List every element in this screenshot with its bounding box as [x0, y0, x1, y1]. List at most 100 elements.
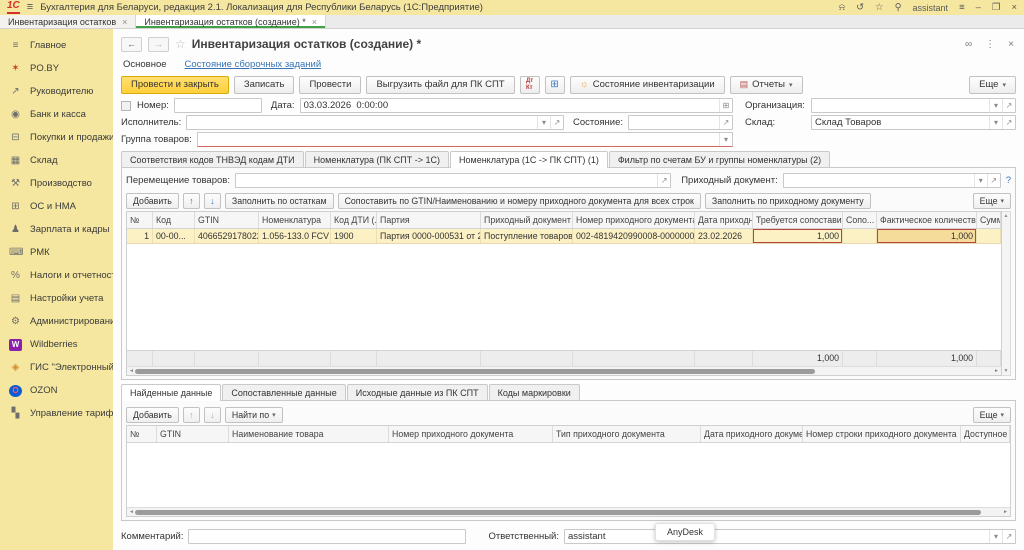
open-icon[interactable]: ↗ [550, 116, 563, 129]
cell-receipt-doc-number[interactable]: 002-4819420990008-0000000307 [573, 229, 695, 243]
date-input[interactable] [301, 99, 719, 112]
move-row-up-button[interactable]: ↑ [183, 407, 200, 423]
sidebar-item-administration[interactable]: ⚙Администрирование [0, 310, 113, 333]
cell-required-to-match[interactable]: 1,000 [753, 229, 843, 243]
col-actual-quantity[interactable]: Фактическое количество [877, 212, 977, 228]
forward-button[interactable]: → [148, 37, 169, 52]
sidebar-item-fixed-assets[interactable]: ⊞ОС и НМА [0, 195, 113, 218]
find-by-button[interactable]: Найти по▾ [225, 407, 283, 423]
chevron-down-icon[interactable]: ▾ [974, 174, 987, 187]
receipt-doc-input[interactable] [784, 174, 974, 187]
cell-batch[interactable]: Партия 0000-000531 от 23.02.20... [377, 229, 481, 243]
tab-found-data[interactable]: Найденные данные [121, 384, 221, 401]
col-number[interactable]: № [127, 212, 153, 228]
cell-number[interactable]: 1 [127, 229, 153, 243]
sidebar-item-wildberries[interactable]: WWildberries [0, 333, 113, 356]
scroll-right-icon[interactable]: ► [1002, 509, 1009, 515]
cell-matched[interactable] [843, 229, 877, 243]
tab-matched-data[interactable]: Сопоставленные данные [222, 384, 345, 400]
move-row-up-button[interactable]: ↑ [183, 193, 200, 209]
scroll-right-icon[interactable]: ► [993, 368, 1000, 374]
col-available-quantity[interactable]: Доступное ко... [961, 426, 1010, 442]
sidebar-item-gis-mark[interactable]: ◈ГИС "Электронный знак" [0, 356, 113, 379]
scrollbar-thumb[interactable] [135, 369, 815, 374]
found-more-button[interactable]: Еще▾ [973, 407, 1011, 423]
scroll-down-icon[interactable]: ▼ [1004, 368, 1009, 374]
col-dti-code[interactable]: Код ДТИ (... [331, 212, 377, 228]
open-icon[interactable]: ↗ [657, 174, 670, 187]
sidebar-item-manager[interactable]: ↗Руководителю [0, 80, 113, 103]
sidebar-item-tariff-management[interactable]: ▚Управление тарифом [0, 402, 113, 425]
col-receipt-doc[interactable]: Приходный документ [481, 212, 573, 228]
post-and-close-button[interactable]: Провести и закрыть [121, 76, 229, 94]
goods-group-input[interactable] [198, 133, 719, 146]
move-row-down-button[interactable]: ↓ [204, 407, 221, 423]
cell-gtin[interactable]: 4066529178022 [195, 229, 259, 243]
restore-button[interactable]: ❐ [992, 3, 1001, 13]
close-tab-icon[interactable]: × [122, 17, 127, 27]
more-vertical-icon[interactable]: ⋮ [985, 39, 995, 50]
write-button[interactable]: Записать [234, 76, 295, 94]
chevron-down-icon[interactable]: ▾ [989, 530, 1002, 543]
sidebar-item-taxes-reports[interactable]: %Налоги и отчетность [0, 264, 113, 287]
sidebar-item-warehouse[interactable]: ▦Склад [0, 149, 113, 172]
nav-main-link[interactable]: Основное [123, 59, 167, 70]
tab-nomenclature-1c-to-spt[interactable]: Номенклатура (1С -> ПК СПТ) (1) [450, 151, 608, 168]
sidebar-item-purchases-sales[interactable]: ⊟Покупки и продажи [0, 126, 113, 149]
close-window-button[interactable]: × [1011, 3, 1017, 13]
open-icon[interactable]: ↗ [1002, 530, 1015, 543]
back-button[interactable]: ← [121, 37, 142, 52]
tab-marking-codes[interactable]: Коды маркировки [489, 384, 580, 400]
more-button[interactable]: Еще▾ [969, 76, 1016, 94]
col-sum[interactable]: Сумма [977, 212, 1001, 228]
history-icon[interactable]: ↺ [856, 3, 864, 13]
match-all-rows-button[interactable]: Сопоставить по GTIN/Наименованию и номер… [338, 193, 701, 209]
col-required-to-match[interactable]: Требуется сопоставить [753, 212, 843, 228]
sidebar-item-po-by[interactable]: ✶PO.BY [0, 57, 113, 80]
col-number[interactable]: № [127, 426, 157, 442]
cell-dti-code[interactable]: 1900 [331, 229, 377, 243]
scroll-left-icon[interactable]: ◄ [128, 368, 135, 374]
col-receipt-doc-date[interactable]: Дата приходного документа [701, 426, 803, 442]
anydesk-overlay[interactable]: AnyDesk [655, 523, 715, 541]
col-receipt-doc-number[interactable]: Номер приходного документа [389, 426, 553, 442]
sidebar-item-production[interactable]: ⚒Производство [0, 172, 113, 195]
sidebar-item-rmk[interactable]: ⌨РМК [0, 241, 113, 264]
tab-filter-accounts[interactable]: Фильтр по счетам БУ и группы номенклатур… [609, 151, 830, 167]
main-menu-icon[interactable]: ≡ [27, 2, 33, 13]
warehouse-input[interactable] [812, 116, 989, 129]
settings-menu-icon[interactable]: ≡ [959, 3, 965, 13]
favorites-star-icon[interactable]: ☆ [875, 3, 884, 13]
show-postings-button[interactable]: Дт Кт [520, 76, 540, 94]
col-receipt-doc-line-number[interactable]: Номер строки приходного документа [803, 426, 961, 442]
tab-nomenclature-spt-to-1c[interactable]: Номенклатура (ПК СПТ -> 1С) [305, 151, 449, 167]
table-more-button[interactable]: Еще▾ [973, 193, 1011, 209]
window-tab-inventory-new[interactable]: Инвентаризация остатков (создание) * × [136, 15, 326, 28]
sidebar-item-ozon[interactable]: OOZON [0, 379, 113, 402]
col-code[interactable]: Код [153, 212, 195, 228]
organization-input[interactable] [812, 99, 989, 112]
cell-actual-quantity[interactable]: 1,000 [877, 229, 977, 243]
fill-by-balances-button[interactable]: Заполнить по остаткам [225, 193, 334, 209]
comment-input[interactable] [189, 530, 465, 543]
cell-receipt-doc-date[interactable]: 23.02.2026 [695, 229, 753, 243]
open-icon[interactable]: ↗ [1002, 99, 1015, 112]
scroll-left-icon[interactable]: ◄ [128, 509, 135, 515]
open-icon[interactable]: ↗ [987, 174, 1000, 187]
sidebar-item-salary-hr[interactable]: ♟Зарплата и кадры [0, 218, 113, 241]
chevron-down-icon[interactable]: ▾ [537, 116, 550, 129]
responsible-input[interactable] [565, 530, 989, 543]
executor-input[interactable] [187, 116, 537, 129]
number-auto-checkbox[interactable] [121, 101, 131, 111]
search-icon[interactable]: ⚲ [895, 3, 902, 13]
open-icon[interactable]: ↗ [719, 116, 732, 129]
tab-tnved-dti-codes[interactable]: Соответствия кодов ТНВЭД кодам ДТИ [121, 151, 304, 167]
scrollbar-thumb[interactable] [135, 510, 981, 515]
cell-code[interactable]: 00-00... [153, 229, 195, 243]
help-link[interactable]: ? [1006, 175, 1011, 186]
col-receipt-doc-type[interactable]: Тип приходного документа [553, 426, 701, 442]
get-link-icon[interactable]: ∞ [965, 39, 972, 50]
move-row-down-button[interactable]: ↓ [204, 193, 221, 209]
favorite-star-icon[interactable]: ☆ [175, 37, 186, 51]
fill-by-receipt-doc-button[interactable]: Заполнить по приходному документу [705, 193, 871, 209]
